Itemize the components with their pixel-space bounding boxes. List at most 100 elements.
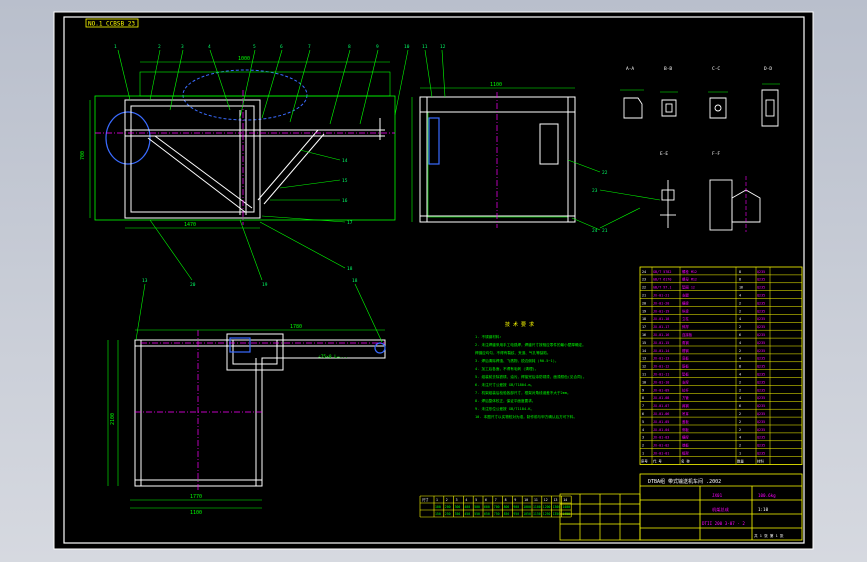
diagonal-brace bbox=[147, 137, 246, 213]
bom-cell: 2 bbox=[642, 444, 644, 448]
section-label-ff: F-F bbox=[712, 151, 720, 157]
svg-text:20: 20 bbox=[190, 282, 196, 288]
svg-text:2: 2 bbox=[158, 44, 161, 50]
leaders-side bbox=[394, 49, 601, 231]
front-view[interactable] bbox=[89, 61, 396, 229]
bottom-table-cell: 1100 bbox=[533, 505, 541, 509]
bom-cell: 2 bbox=[739, 444, 741, 448]
svg-text:21: 21 bbox=[602, 228, 608, 234]
bom-cell: 10 bbox=[642, 380, 646, 384]
bottom-table-cell: 1350 bbox=[553, 512, 561, 516]
title-block-text: DTBA组 带式输送机车间 .2002 JX01 机架总成 DTII 200 3… bbox=[648, 478, 784, 538]
bom-cell: 6 bbox=[739, 404, 741, 408]
bom-cell: GB/T 97.1 bbox=[653, 286, 671, 290]
bom-cell: 扁钢 bbox=[682, 403, 689, 408]
svg-text:13: 13 bbox=[142, 278, 148, 284]
bom-table[interactable]: 24 GB/T 5782 螺栓 M12 8 Q23523 GB/T 6170 螺母 M12 8… bbox=[639, 266, 803, 465]
bom-cell: 24 bbox=[642, 270, 646, 274]
svg-text:19: 19 bbox=[262, 282, 268, 288]
bom-cell: JX-01-12 bbox=[653, 365, 669, 369]
bottom-table-cell: 450 bbox=[464, 512, 470, 516]
bottom-table[interactable]: 尺寸 1 2 3 4 5 6 7 8 9 10 11 12 13 14100 200 300 400 500 600 7… bbox=[419, 495, 572, 518]
bom-cell: 纵梁 bbox=[682, 308, 689, 313]
bom-cell: 横撑 bbox=[682, 435, 689, 440]
svg-text:18: 18 bbox=[352, 278, 358, 284]
svg-text:18: 18 bbox=[347, 266, 353, 272]
bom-cell: 框架 bbox=[682, 451, 689, 456]
bom-cell: Q235 bbox=[757, 428, 765, 432]
bottom-table-cell: 850 bbox=[504, 512, 510, 516]
bottom-table-header: 7 bbox=[495, 498, 497, 502]
bom-cell: JX-01-09 bbox=[653, 388, 669, 392]
bom-cell: Q235 bbox=[757, 396, 765, 400]
bom-cell: 8 bbox=[642, 396, 644, 400]
bottom-table-header: 8 bbox=[505, 498, 507, 502]
dim-plan-width: 1770 bbox=[190, 494, 202, 500]
side-highlight bbox=[428, 117, 440, 165]
bom-cell: JX-01-19 bbox=[653, 309, 669, 313]
section-aa bbox=[623, 97, 643, 119]
svg-text:14: 14 bbox=[342, 158, 348, 164]
bottom-table-cell: 800 bbox=[504, 505, 510, 509]
dim-plan-left: 2100 bbox=[110, 413, 116, 425]
bom-cell: 1 bbox=[739, 452, 741, 456]
svg-text:10: 10 bbox=[404, 44, 410, 50]
balloons-side: 10 11 12 22 21 bbox=[404, 44, 608, 234]
bom-cell: GB/T 5782 bbox=[653, 270, 671, 274]
bom-cell: 支撑 bbox=[682, 379, 689, 384]
bom-cell: 垫板 bbox=[682, 372, 689, 377]
cad-viewport[interactable]: NO.1 CCBSB 23 1000 1470 700 1 2 3 4 5 6 … bbox=[0, 0, 867, 562]
bom-cell: 22 bbox=[642, 286, 646, 290]
bom-cell: JX-01-16 bbox=[653, 333, 669, 337]
side-view[interactable] bbox=[411, 87, 576, 228]
bom-cell: JX-01-17 bbox=[653, 325, 669, 329]
bom-cell: 筋板 bbox=[682, 364, 689, 369]
bom-header-cell: 代 号 bbox=[653, 458, 662, 463]
bom-cell: JX-01-04 bbox=[653, 428, 669, 432]
diagonal-brace-2 bbox=[257, 129, 319, 201]
bom-cell: JX-01-01 bbox=[653, 452, 669, 456]
bom-cell: 19 bbox=[642, 309, 646, 313]
bom-cell: 立柱 bbox=[682, 316, 689, 321]
bottom-table-cell: 1200 bbox=[543, 505, 551, 509]
title-name: 机架总成 bbox=[712, 506, 729, 513]
leaders-plan bbox=[135, 283, 383, 343]
bom-cell: Q235 bbox=[757, 412, 765, 416]
bom-cell: 2 bbox=[739, 309, 741, 313]
section-details[interactable] bbox=[623, 89, 779, 232]
dim-front-width: 1470 bbox=[184, 222, 196, 228]
bottom-table-header: 11 bbox=[534, 498, 538, 502]
note-line: 4. 加工后各面，不得有毛刺 (清理)。 bbox=[475, 366, 538, 371]
title-scale: 1:10 bbox=[758, 507, 769, 512]
bom-cell: 4 bbox=[642, 428, 644, 432]
bom-cell: Q235 bbox=[757, 436, 765, 440]
bottom-table-cell: 950 bbox=[513, 512, 519, 516]
bottom-table-cell: 900 bbox=[513, 505, 519, 509]
dim-plan-lower: 1100 bbox=[190, 510, 202, 516]
bom-cell: Q235 bbox=[757, 349, 765, 353]
section-label-dd: D-D bbox=[764, 66, 772, 72]
note-line: 1. 不锈钢材料: bbox=[475, 334, 502, 339]
bom-cell: JX-01-14 bbox=[653, 349, 669, 353]
bom-cell: 2 bbox=[739, 325, 741, 329]
bottom-table-cell: 1150 bbox=[533, 512, 541, 516]
dim-angle-note: ∠75×8 L=... bbox=[318, 354, 348, 360]
svg-text:24: 24 bbox=[592, 228, 598, 234]
bom-cell: 螺栓 M12 bbox=[682, 269, 697, 274]
bottom-table-cell: 1300 bbox=[553, 505, 561, 509]
notes-title: 技 术 要 求 bbox=[505, 321, 534, 328]
bottom-table-label: 尺寸 bbox=[422, 497, 429, 502]
bom-cell: Q235 bbox=[757, 444, 765, 448]
bom-cell: 3 bbox=[642, 436, 644, 440]
bom-cell: 2 bbox=[739, 301, 741, 305]
bom-cell: 槽钢 bbox=[682, 348, 689, 353]
outer-frame bbox=[53, 11, 814, 550]
bom-cell: Q235 bbox=[757, 404, 765, 408]
bom-cell: 17 bbox=[642, 325, 646, 329]
bom-cell: JX-01-05 bbox=[653, 420, 669, 424]
bom-cell: 角钢 bbox=[682, 340, 689, 345]
bom-cell: Q235 bbox=[757, 317, 765, 321]
drawing-canvas[interactable]: NO.1 CCBSB 23 1000 1470 700 1 2 3 4 5 6 … bbox=[0, 0, 867, 562]
bottom-table-header: 5 bbox=[475, 498, 477, 502]
bom-cell: 4 bbox=[739, 373, 741, 377]
